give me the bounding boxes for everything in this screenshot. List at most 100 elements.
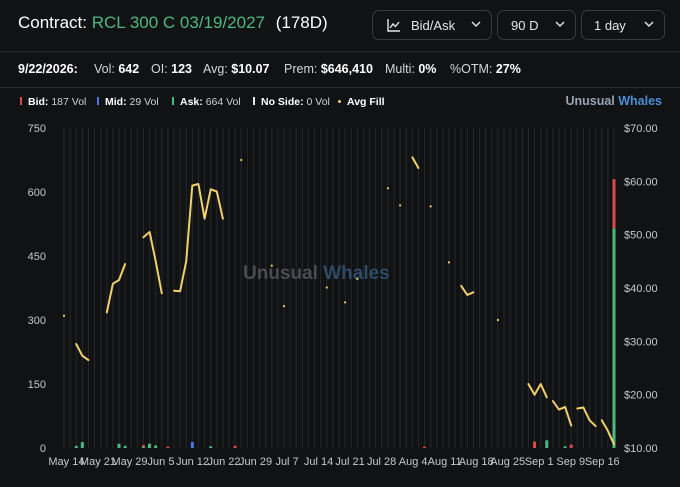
contract-label: Contract:: [18, 13, 87, 32]
volume-bar-bid: [233, 445, 237, 448]
watermark: Unusual Whales: [243, 263, 390, 284]
contract-symbol-link[interactable]: RCL 300 C 03/19/2027: [92, 13, 265, 32]
x-axis-tick-label: Aug 18: [459, 456, 494, 468]
avg-fill-point: [496, 318, 499, 322]
volume-bar-ask: [80, 442, 84, 448]
brand-logo: Unusual Whales: [565, 94, 662, 108]
noside-legend-swatch: [253, 97, 255, 105]
avg-fill-line: [62, 156, 615, 446]
avg-fill-point: [62, 314, 66, 317]
bid-ask-value: Bid/Ask: [411, 18, 456, 33]
x-axis-tick-label: Jun 22: [208, 456, 241, 468]
chart-grid: [63, 128, 615, 448]
volume-bar-ask: [154, 445, 158, 448]
chevron-down-icon: [471, 21, 481, 27]
left-axis-tick-label: 300: [28, 315, 46, 327]
left-axis-tick-label: 150: [28, 379, 46, 391]
right-axis-tick-label: $20.00: [624, 390, 658, 402]
interval-dropdown[interactable]: 1 day: [581, 10, 665, 40]
volume-bar-ask: [117, 443, 121, 448]
x-axis-tick-label: Jul 7: [275, 456, 298, 468]
x-axis-tick-label: May 29: [111, 456, 147, 468]
x-axis-tick-label: Jul 21: [335, 456, 364, 468]
avg-fill-segment: [527, 383, 548, 399]
x-axis-tick-label: Jun 12: [176, 456, 209, 468]
volume-bar-ask: [148, 443, 152, 448]
legend-mid: Mid: 29 Vol: [105, 96, 159, 108]
avg-fill-point: [399, 204, 402, 207]
avg-fill-legend-swatch: [338, 100, 341, 103]
chevron-down-icon: [644, 21, 654, 27]
x-axis-tick-label: Sep 9: [556, 456, 585, 468]
stats-bar: 9/22/2026: Vol: 642 OI: 123 Avg: $10.07 …: [0, 52, 680, 88]
left-axis-tick-label: 750: [28, 123, 46, 135]
avg-fill-segment: [105, 263, 127, 314]
volume-bar-mid: [190, 442, 194, 448]
x-axis-tick-label: Jun 29: [239, 456, 272, 468]
volume-bar-ask: [545, 440, 549, 448]
left-axis-tick-label: 450: [28, 251, 46, 263]
avg-fill-point: [447, 261, 451, 264]
x-axis-tick-label: Jul 14: [304, 456, 333, 468]
top-bar: Contract: RCL 300 C 03/19/2027 (178D) Bi…: [0, 0, 680, 52]
line-chart-icon: [387, 19, 400, 32]
stat-otm: %OTM: 27%: [450, 62, 521, 76]
legend-ask: Ask: 664 Vol: [180, 96, 241, 108]
volume-bar-bid: [533, 441, 537, 448]
x-axis-tick-label: Aug 4: [399, 456, 428, 468]
avg-fill-point: [270, 264, 273, 267]
stat-average: Avg: $10.07: [203, 62, 270, 76]
avg-fill-point: [344, 301, 347, 304]
avg-fill-segment: [576, 406, 597, 428]
ask-legend-swatch: [172, 97, 174, 105]
stat-premium: Prem: $646,410: [284, 62, 373, 76]
range-dropdown[interactable]: 90 D: [497, 10, 576, 40]
volume-bar-ask: [209, 446, 213, 448]
bid-ask-dropdown[interactable]: Bid/Ask: [372, 10, 492, 40]
volume-bar-bid: [423, 446, 427, 448]
avg-fill-point: [429, 205, 432, 208]
volume-bar-bid: [569, 444, 573, 448]
mid-legend-swatch: [97, 97, 99, 105]
volume-bar-bid: [166, 446, 170, 448]
contract-title: Contract: RCL 300 C 03/19/2027 (178D): [18, 13, 328, 33]
avg-fill-segment: [142, 231, 163, 295]
avg-fill-point: [240, 158, 243, 162]
bid-legend-swatch: [20, 97, 22, 105]
right-axis-tick-label: $70.00: [624, 123, 658, 135]
left-axis-tick-label: 0: [40, 443, 46, 455]
legend-no-side: No Side: 0 Vol: [261, 96, 330, 108]
stat-open-interest: OI: 123: [151, 62, 193, 76]
right-axis-tick-label: $50.00: [624, 230, 658, 242]
x-axis-tick-label: Sep 16: [585, 456, 620, 468]
range-value: 90 D: [511, 18, 539, 33]
x-axis: May 14May 21May 29 Jun 5 Jun 12Jun 22Jun 2…: [48, 456, 619, 468]
options-flow-chart: Unusual Whales 0 150 300 450 600 750 $10.00 $2…: [28, 123, 658, 468]
volume-bar-ask: [612, 228, 616, 448]
avg-fill-segment: [411, 156, 420, 169]
chevron-down-icon: [555, 21, 565, 27]
x-axis-tick-label: Aug 25: [490, 456, 525, 468]
volume-bar-ask: [74, 445, 78, 448]
legend-avg-fill: Avg Fill: [347, 96, 385, 108]
volume-bar-ask: [123, 445, 127, 448]
left-axis-tick-label: 600: [28, 187, 46, 199]
volume-bar-ask: [141, 446, 145, 448]
interval-value: 1 day: [594, 18, 626, 33]
volume-bar-ask: [563, 446, 567, 448]
days-to-expiry: (178D): [275, 13, 328, 32]
x-axis-tick-label: Aug 11: [428, 456, 462, 468]
x-axis-tick-label: Jul 28: [367, 456, 396, 468]
avg-fill-point: [386, 187, 389, 190]
stats-date: 9/22/2026:: [18, 62, 78, 76]
svg-text:Unusual Whales: Unusual Whales: [243, 263, 390, 284]
stat-multi: Multi: 0%: [385, 62, 437, 76]
avg-fill-segment: [551, 400, 573, 427]
right-axis-tick-label: $60.00: [624, 176, 658, 188]
avg-fill-point: [325, 286, 328, 289]
right-axis-tick-label: $40.00: [624, 283, 658, 295]
volume-bar-bid: [612, 179, 616, 229]
x-axis-tick-label: Jun 5: [148, 456, 175, 468]
avg-fill-point: [282, 305, 286, 308]
volume-bar-bid: [141, 445, 145, 447]
